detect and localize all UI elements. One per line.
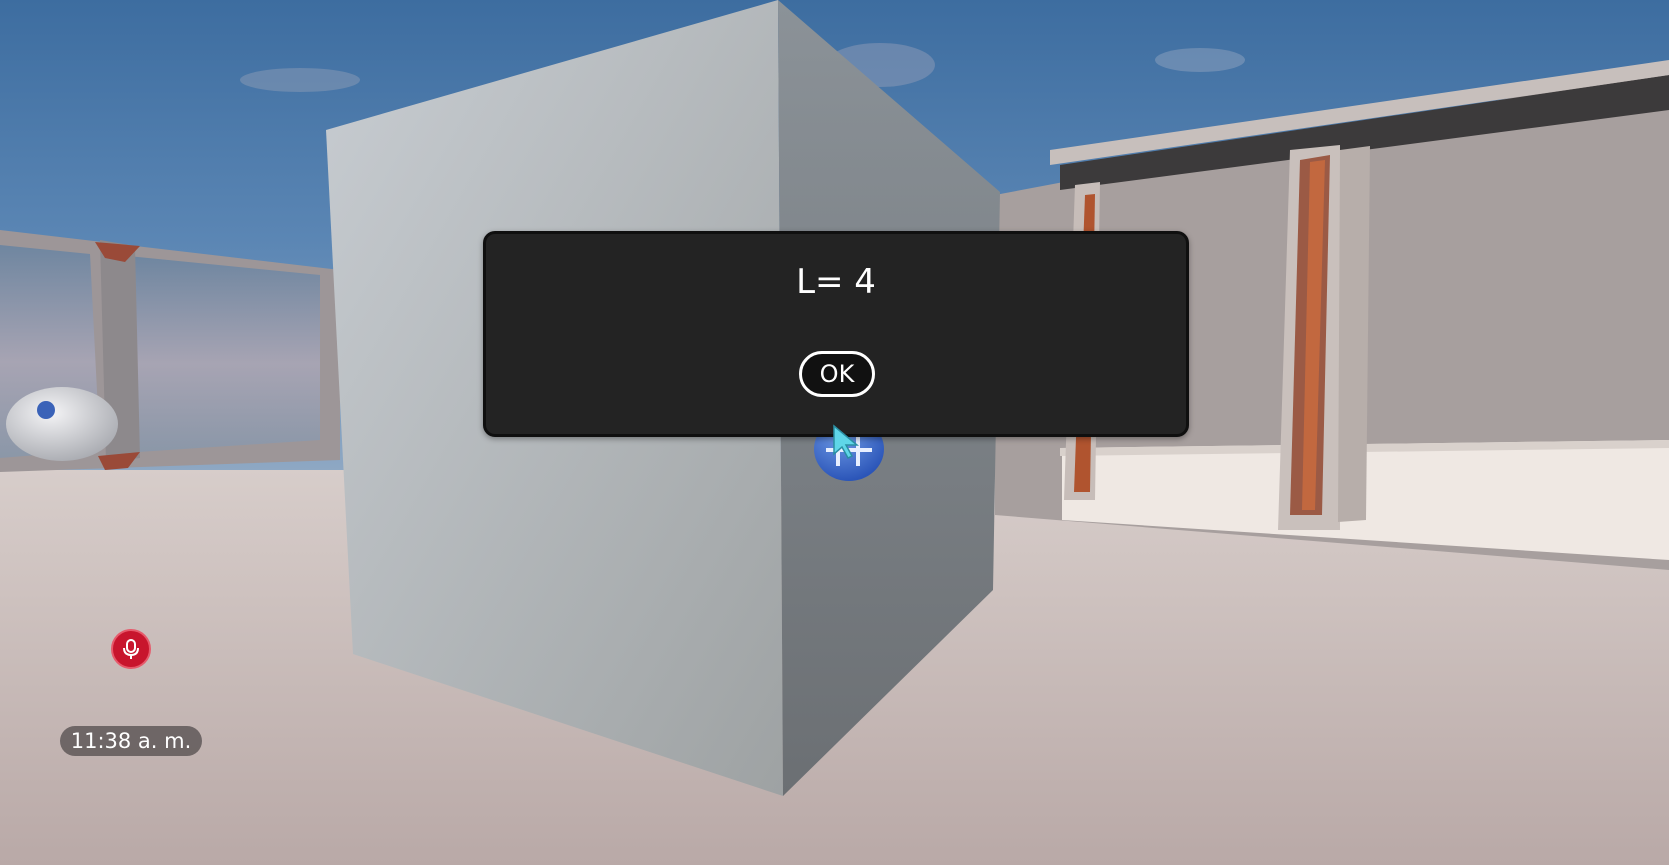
- clock-display: 11:38 a. m.: [60, 726, 202, 756]
- microphone-icon: [123, 639, 139, 659]
- message-dialog: L= 4 OK: [483, 231, 1189, 437]
- microphone-button[interactable]: [111, 629, 151, 669]
- ok-button[interactable]: OK: [799, 351, 875, 397]
- pointer-cursor-icon: [833, 424, 860, 459]
- dialog-message: L= 4: [796, 262, 876, 302]
- virtual-world-viewport[interactable]: L= 4 OK 11:38 a. m.: [0, 0, 1669, 865]
